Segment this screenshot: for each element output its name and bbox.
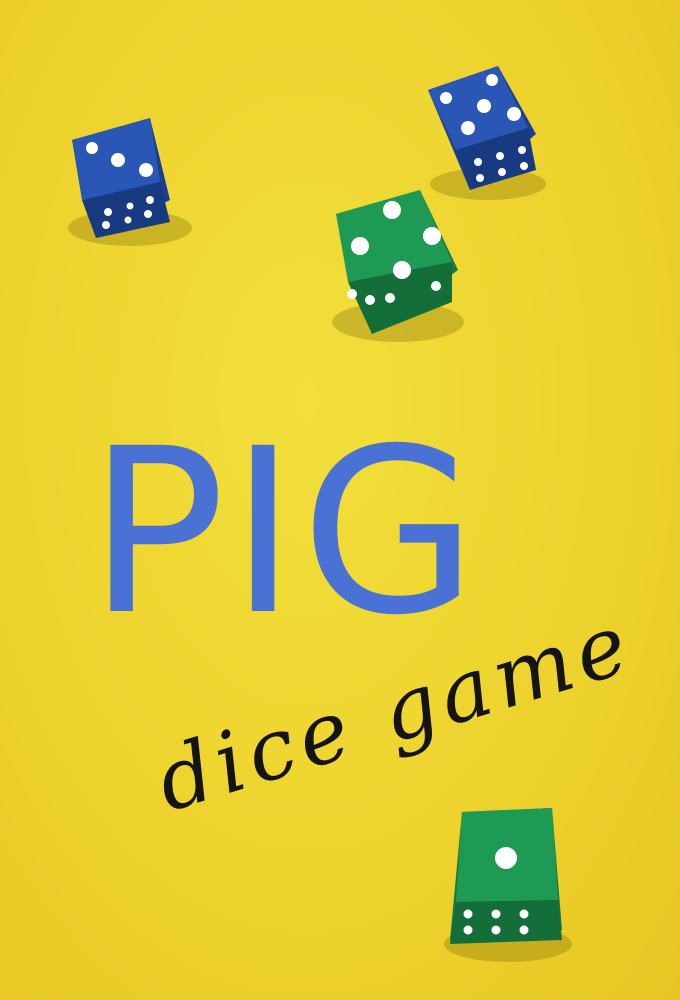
blue-die-five — [428, 66, 546, 200]
blue-die-three — [68, 118, 192, 246]
game-title: PIG — [88, 399, 482, 665]
green-die-one — [444, 808, 572, 962]
green-die-four — [332, 190, 464, 342]
